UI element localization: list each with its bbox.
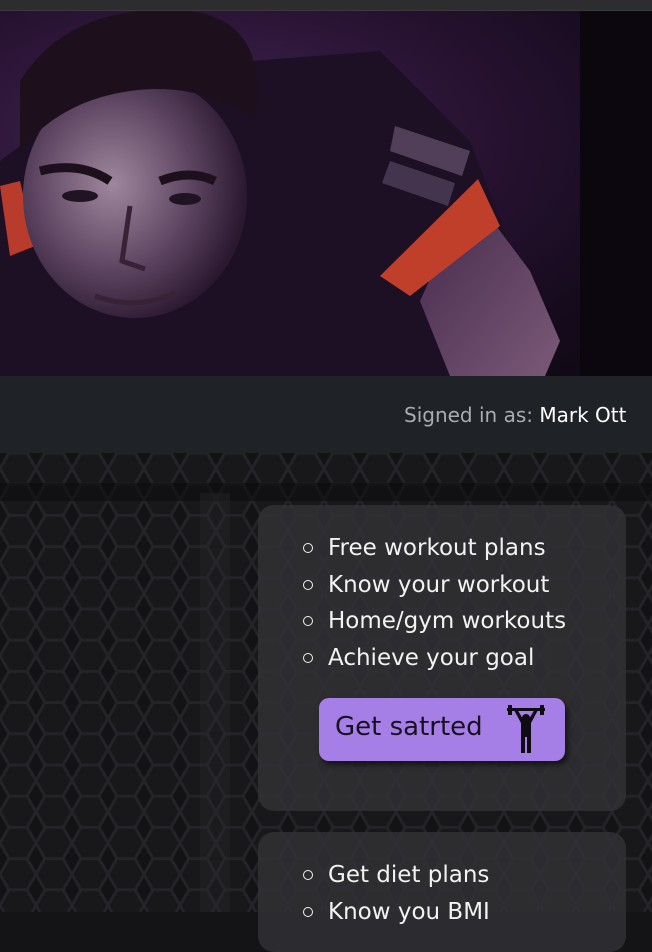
list-item: Get diet plans	[300, 857, 490, 894]
get-started-button[interactable]: Get satrted	[319, 698, 565, 761]
get-started-label: Get satrted	[335, 712, 483, 742]
list-item: Know your workout	[300, 567, 566, 604]
signin-label: Signed in as:	[404, 403, 533, 427]
signed-in-username[interactable]: Mark Ott	[539, 403, 626, 427]
browser-top-strip	[0, 0, 652, 11]
list-item: Free workout plans	[300, 530, 566, 567]
list-item: Home/gym workouts	[300, 603, 566, 640]
weightlifter-icon	[507, 705, 545, 753]
signin-status: Signed in as: Mark Ott	[404, 403, 626, 427]
hero-banner	[0, 11, 652, 376]
hero-photo	[0, 11, 652, 376]
list-item: Achieve your goal	[300, 640, 566, 677]
workout-feature-list: Free workout plans Know your workout Hom…	[300, 530, 566, 676]
diet-feature-list: Get diet plans Know you BMI	[300, 857, 490, 930]
